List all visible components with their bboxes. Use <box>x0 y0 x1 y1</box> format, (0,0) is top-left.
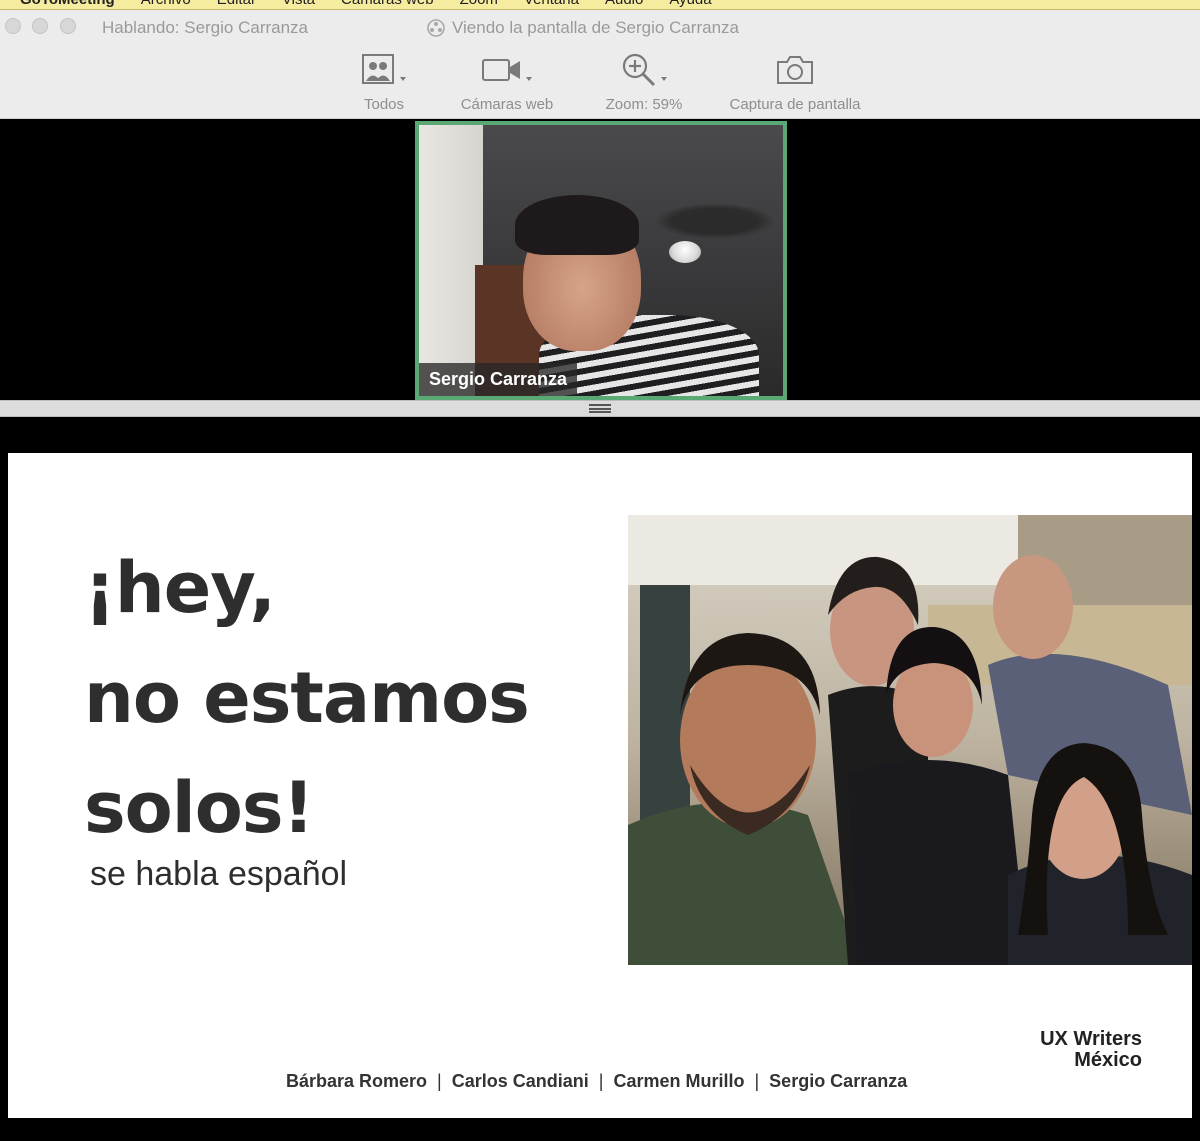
slide-subtitle: se habla español <box>90 855 348 893</box>
window-titlebar: Hablando: Sergio Carranza Viendo la pant… <box>0 10 1200 46</box>
menu-ventana[interactable]: Ventana <box>524 0 579 8</box>
close-window-button[interactable] <box>5 18 21 34</box>
headline-line-2: no estamos <box>84 657 530 739</box>
menu-editar[interactable]: Editar <box>217 0 256 8</box>
chevron-down-icon <box>526 77 532 81</box>
participants-label: Todos <box>363 96 405 113</box>
credit-name: Sergio Carranza <box>769 1071 908 1091</box>
speaker-video-tile[interactable]: Sergio Carranza <box>415 121 787 400</box>
chevron-down-icon <box>400 77 406 81</box>
screenshot-button[interactable]: Captura de pantalla <box>723 50 867 113</box>
meeting-toolbar: Todos Cámaras web Zoom: 59% Captura de p… <box>0 46 1200 119</box>
viewing-screen-title: Viendo la pantalla de Sergio Carranza <box>426 18 739 38</box>
speaker-name-tag: Sergio Carranza <box>419 363 578 396</box>
webcams-label: Cámaras web <box>460 96 554 113</box>
menu-audio[interactable]: Audio <box>605 0 643 8</box>
menu-ayuda[interactable]: Ayuda <box>669 0 711 8</box>
speaker-strip: Sergio Carranza <box>0 119 1200 400</box>
menu-vista[interactable]: Vista <box>282 0 315 8</box>
minimize-window-button[interactable] <box>32 18 48 34</box>
group-photo-image <box>628 515 1192 965</box>
webcams-button[interactable]: Cámaras web <box>458 50 556 113</box>
headline-line-3: solos! <box>84 767 314 849</box>
credit-separator: | <box>598 1071 604 1091</box>
speaking-indicator: Hablando: Sergio Carranza <box>102 18 309 37</box>
camera-icon <box>777 56 813 84</box>
speaker-video <box>419 125 783 396</box>
group-photo <box>628 515 1192 965</box>
drag-handle-icon <box>589 404 611 413</box>
menu-zoom[interactable]: Zoom <box>460 0 498 8</box>
brand-line-1: UX Writers <box>1040 1028 1142 1050</box>
menu-camaras[interactable]: Cámaras web <box>341 0 434 8</box>
webcam-icon <box>482 59 520 81</box>
pane-splitter[interactable] <box>0 400 1200 417</box>
zoom-button[interactable]: Zoom: 59% <box>602 50 686 113</box>
menu-archivo[interactable]: Archivo <box>141 0 191 8</box>
credit-name: Bárbara Romero <box>286 1071 428 1091</box>
headline-line-1: ¡hey, <box>84 547 276 629</box>
slide-headline: ¡hey, no estamos solos! <box>84 533 530 863</box>
participants-button[interactable]: Todos <box>360 50 408 113</box>
brand-logo-text: UX Writers México <box>1040 1029 1142 1071</box>
shared-screen-view: ¡hey, no estamos solos! se habla español <box>0 417 1200 1141</box>
zoom-window-button[interactable] <box>60 18 76 34</box>
credit-name: Carmen Murillo <box>613 1071 745 1091</box>
menu-bar: GoToMeeting Archivo Editar Vista Cámaras… <box>0 0 1200 10</box>
screenshot-label: Captura de pantalla <box>729 96 861 113</box>
participants-icon <box>362 54 394 84</box>
viewing-screen-text: Viendo la pantalla de Sergio Carranza <box>452 18 739 37</box>
zoom-level-label: Zoom: 59% <box>605 96 683 113</box>
credit-separator: | <box>754 1071 760 1091</box>
brand-line-2: México <box>1074 1049 1142 1071</box>
slide-credits: Bárbara Romero | Carlos Candiani | Carme… <box>286 1071 907 1092</box>
screen-share-icon <box>427 19 445 37</box>
credit-name: Carlos Candiani <box>451 1071 589 1091</box>
menu-app[interactable]: GoToMeeting <box>20 0 115 8</box>
presentation-slide: ¡hey, no estamos solos! se habla español <box>8 453 1192 1118</box>
zoom-in-icon <box>622 53 656 87</box>
chevron-down-icon <box>661 77 667 81</box>
credit-separator: | <box>437 1071 442 1091</box>
